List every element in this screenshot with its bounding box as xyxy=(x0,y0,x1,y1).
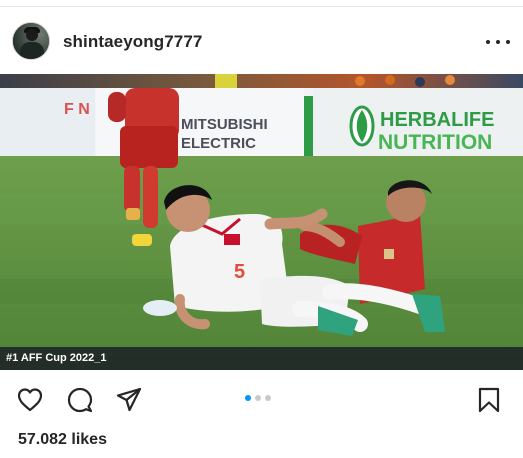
post-actions-bar xyxy=(0,380,523,420)
herbalife-line1: HERBALIFE xyxy=(380,109,494,131)
post-header: shintaeyong7777 xyxy=(0,14,523,70)
avatar[interactable] xyxy=(12,22,50,60)
video-caption-text: #1 AFF Cup 2022_1 xyxy=(6,352,107,364)
jersey-number: 5 xyxy=(234,261,245,283)
bookmark-icon[interactable] xyxy=(475,386,503,414)
paper-plane-icon[interactable] xyxy=(115,386,143,414)
post-media-image[interactable]: F N MITSUBISHI ELECTRIC HERBALIFE NUTRIT… xyxy=(0,74,523,370)
match-photo: F N MITSUBISHI ELECTRIC HERBALIFE NUTRIT… xyxy=(0,74,523,370)
herbalife-line2: NUTRITION xyxy=(378,131,492,154)
mitsubishi-line1: MITSUBISHI xyxy=(181,116,268,133)
top-divider xyxy=(0,6,523,7)
ad-fragment-text: F N xyxy=(64,101,90,118)
mitsubishi-line2: ELECTRIC xyxy=(181,135,256,152)
comment-bubble-icon[interactable] xyxy=(66,386,94,414)
carousel-dot-2 xyxy=(255,395,261,401)
username-link[interactable]: shintaeyong7777 xyxy=(63,32,202,52)
carousel-dot-3 xyxy=(265,395,271,401)
heart-icon[interactable] xyxy=(16,386,44,414)
likes-count[interactable]: 57.082 likes xyxy=(18,431,107,449)
video-caption-bar: #1 AFF Cup 2022_1 xyxy=(0,347,523,370)
carousel-indicator xyxy=(245,395,279,403)
carousel-dot-1 xyxy=(245,395,251,401)
more-options-icon[interactable] xyxy=(484,32,512,52)
